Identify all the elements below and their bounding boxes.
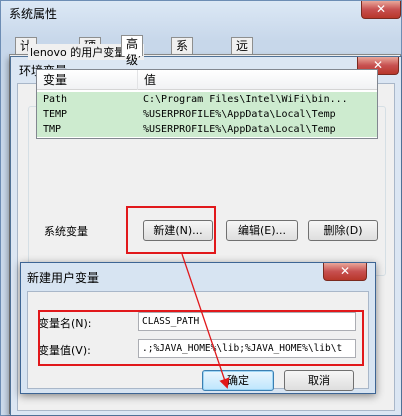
highlight-box-new-button bbox=[126, 206, 216, 254]
tab-system-protection[interactable]: 系统保护 bbox=[171, 37, 194, 101]
table-row[interactable]: TEMP %USERPROFILE%\AppData\Local\Temp bbox=[37, 107, 377, 122]
cancel-button[interactable]: 取消 bbox=[284, 370, 354, 391]
user-variables-table[interactable]: 变量 值 Path C:\Program Files\Intel\WiFi\bi… bbox=[36, 69, 378, 139]
column-header-variable[interactable]: 变量 bbox=[37, 70, 137, 90]
table-header: 变量 值 bbox=[37, 70, 377, 90]
column-header-value[interactable]: 值 bbox=[137, 70, 377, 90]
system-properties-title: 系统属性 bbox=[9, 7, 58, 21]
row-variable-name: TMP bbox=[43, 124, 62, 135]
edit-button[interactable]: 编辑(E)... bbox=[226, 220, 298, 241]
row-variable-value: C:\Program Files\Intel\WiFi\bin... bbox=[143, 94, 348, 105]
highlight-box-fields bbox=[38, 310, 364, 366]
row-variable-value: %USERPROFILE%\AppData\Local\Temp bbox=[143, 124, 336, 135]
row-variable-name: TEMP bbox=[43, 109, 68, 120]
row-variable-name: Path bbox=[43, 94, 68, 105]
close-icon[interactable]: ✕ bbox=[323, 263, 367, 281]
tab-remote[interactable]: 远程 bbox=[231, 37, 254, 69]
tab-advanced[interactable]: 高级 bbox=[121, 35, 144, 67]
new-user-variable-title: 新建用户变量 bbox=[27, 271, 100, 285]
table-row[interactable]: Path C:\Program Files\Intel\WiFi\bin... bbox=[37, 92, 377, 107]
close-icon[interactable]: ✕ bbox=[361, 1, 401, 19]
delete-button[interactable]: 删除(D) bbox=[308, 220, 378, 241]
system-variables-label: 系统变量 bbox=[42, 223, 90, 239]
row-variable-value: %USERPROFILE%\AppData\Local\Temp bbox=[143, 109, 336, 120]
table-row[interactable]: TMP %USERPROFILE%\AppData\Local\Temp bbox=[37, 122, 377, 137]
ok-button[interactable]: 确定 bbox=[202, 370, 274, 391]
